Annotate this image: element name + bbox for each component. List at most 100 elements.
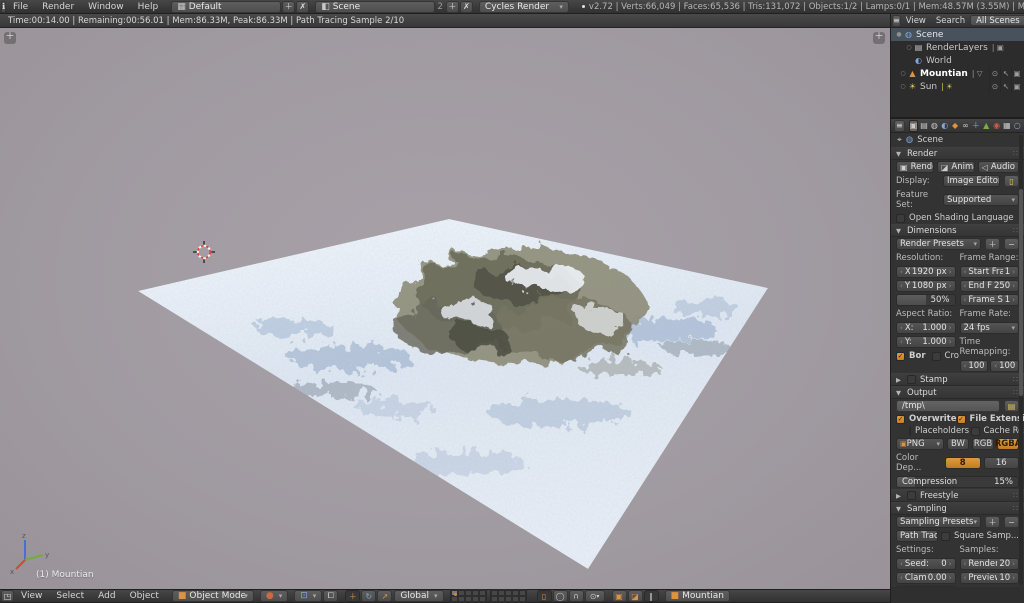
tab-physics[interactable]: ○ (1013, 120, 1022, 132)
tab-render-layers[interactable]: ▤ (919, 120, 928, 132)
tab-modifiers[interactable]: ＋ (971, 120, 980, 132)
renderability-camera-icon[interactable]: ▣ (1011, 80, 1022, 93)
resolution-y-field[interactable]: ‹Y:1080 px› (896, 280, 956, 292)
delete-scene-button[interactable]: ✗ (460, 1, 473, 13)
fps-dropdown[interactable]: 24 fps▾ (960, 322, 1020, 334)
scale-manipulator-button[interactable]: ↗ (377, 590, 392, 602)
outliner-row-renderlayers[interactable]: ○ ▤ RenderLayers | ▣ (891, 41, 1024, 54)
panel-header-stamp[interactable]: ▶ Stamp∷ (891, 373, 1024, 386)
rotate-manipulator-button[interactable]: ↻ (361, 590, 376, 602)
expander-icon[interactable]: ● (895, 31, 903, 38)
pin-icon[interactable]: ⌖ (897, 135, 902, 145)
add-layout-button[interactable]: ＋ (282, 1, 295, 13)
expander-icon[interactable]: ○ (899, 83, 907, 90)
panel-header-output[interactable]: ▼Output∷ (891, 386, 1024, 399)
freestyle-checkbox[interactable] (907, 491, 916, 500)
outliner-row-scene[interactable]: ● ◍ Scene (891, 28, 1024, 41)
panel-header-dimensions[interactable]: ▼Dimensions∷ (891, 224, 1024, 237)
active-object-name[interactable]: ■ Mountian (665, 590, 730, 602)
menu-window[interactable]: Window (81, 2, 131, 12)
translate-manipulator-button[interactable]: ＋ (345, 590, 360, 602)
layer-cell[interactable] (519, 596, 526, 602)
depth-16-toggle[interactable]: 16 (984, 457, 1020, 469)
remove-preset-button[interactable]: − (1004, 238, 1019, 250)
layer-cell[interactable] (498, 596, 505, 602)
aspect-y-field[interactable]: ‹Y:1.000› (896, 336, 956, 348)
render-button[interactable]: ▣Render (896, 161, 934, 173)
tab-object[interactable]: ◆ (950, 120, 959, 132)
editor-type-3dview-icon[interactable]: ◳ (1, 590, 14, 602)
menu-select[interactable]: Select (49, 591, 91, 601)
menu-add[interactable]: Add (91, 591, 122, 601)
panel-header-sampling[interactable]: ▼Sampling∷ (891, 502, 1024, 515)
viewport-shading-selector[interactable]: ● ▾ (260, 590, 288, 602)
osl-checkbox[interactable]: Open Shading Language (896, 213, 1014, 223)
layer-cell[interactable] (458, 596, 465, 602)
tab-scene[interactable]: ◍ (930, 120, 939, 132)
expander-icon[interactable]: ○ (899, 70, 907, 77)
start-frame-field[interactable]: ‹Start Frame:1› (960, 266, 1020, 278)
toolshelf-expand-button[interactable]: ＋ (4, 32, 16, 44)
opengl-render-still-button[interactable]: ▣ (612, 590, 627, 602)
render-pause-button[interactable]: ∥ (644, 590, 659, 602)
add-preset-button[interactable]: ＋ (985, 238, 1000, 250)
overwrite-checkbox[interactable]: Overwrite (896, 414, 957, 424)
render-presets-dropdown[interactable]: Render Presets▾ (896, 238, 981, 250)
panel-header-freestyle[interactable]: ▶ Freestyle∷ (891, 489, 1024, 502)
tab-constraints[interactable]: ∞ (961, 120, 970, 132)
screen-layout-selector[interactable]: ▦ Default (171, 1, 281, 13)
render-engine-selector[interactable]: Cycles Render ▾ (479, 1, 569, 13)
renderability-camera-icon[interactable]: ▣ (1011, 67, 1022, 80)
snap-element-selector[interactable]: ⊙▾ (585, 590, 605, 602)
preview-samples-field[interactable]: ‹Preview:10› (960, 572, 1020, 584)
tab-material[interactable]: ◉ (992, 120, 1001, 132)
tab-render[interactable]: ▣ (909, 120, 919, 132)
render-samples-field[interactable]: ‹Render:20› (960, 558, 1020, 570)
file-format-dropdown[interactable]: ▣PNG▾ (896, 438, 944, 450)
properties-scrollbar[interactable] (1019, 135, 1023, 585)
rgba-toggle[interactable]: RGBA (997, 438, 1019, 450)
remove-sampling-preset-button[interactable]: − (1004, 516, 1019, 528)
panel-header-render[interactable]: ▼Render∷ (891, 147, 1024, 160)
display-dropdown[interactable]: Image Editor▾ (943, 175, 1000, 187)
bw-toggle[interactable]: BW (947, 438, 969, 450)
aspect-x-field[interactable]: ‹X:1.000› (896, 322, 956, 334)
seed-field[interactable]: ‹Seed:0› (896, 558, 956, 570)
layer-cell[interactable] (465, 596, 472, 602)
visibility-eye-icon[interactable]: ⊙ (989, 67, 1000, 80)
selectability-cursor-icon[interactable]: ↖ (1000, 67, 1011, 80)
tab-world[interactable]: ◐ (940, 120, 949, 132)
selectability-cursor-icon[interactable]: ↖ (1000, 80, 1011, 93)
tab-texture[interactable]: ▦ (1002, 120, 1011, 132)
outliner-scope-selector[interactable]: All Scenes (970, 15, 1024, 26)
menu-file[interactable]: File (6, 2, 35, 12)
output-path-field[interactable]: /tmp\ (896, 400, 1000, 412)
layer-cell[interactable] (512, 596, 519, 602)
outliner-menu-view[interactable]: View (901, 16, 931, 26)
audio-button[interactable]: ◁Audio (978, 161, 1019, 173)
proportional-edit-button[interactable]: ◯ (553, 590, 568, 602)
crop-checkbox[interactable]: Cro (932, 351, 959, 361)
layer-cell[interactable] (479, 596, 486, 602)
integrator-dropdown[interactable]: Path Tracing▾ (896, 530, 938, 542)
layer-cell[interactable] (491, 596, 498, 602)
resolution-scale-slider[interactable]: 50% (896, 294, 956, 306)
menu-render[interactable]: Render (35, 2, 81, 12)
mode-selector[interactable]: ■ Object Mode ▾ (172, 590, 254, 602)
snap-magnet-button[interactable]: ∪ (569, 590, 584, 602)
layer-cell[interactable] (451, 596, 458, 602)
depth-8-toggle[interactable]: 8 (945, 457, 981, 469)
frame-step-field[interactable]: ‹Frame Step:1› (960, 294, 1020, 306)
delete-layout-button[interactable]: ✗ (296, 1, 309, 13)
lock-interface-button[interactable]: ▯ (1004, 175, 1019, 187)
border-checkbox[interactable]: Bor (896, 351, 926, 361)
outliner-menu-search[interactable]: Search (931, 16, 970, 26)
sampling-presets-dropdown[interactable]: Sampling Presets▾ (896, 516, 981, 528)
lock-to-scene-button[interactable]: ▯ (537, 590, 552, 602)
menu-view[interactable]: View (14, 591, 49, 601)
file-browse-button[interactable]: ▤ (1004, 400, 1019, 412)
feature-set-dropdown[interactable]: Supported▾ (943, 194, 1019, 206)
clamp-direct-field[interactable]: ‹Clamp D:0.00› (896, 572, 956, 584)
3d-viewport[interactable]: ＋ ＋ z y x (1) Mountian (0, 28, 890, 589)
transform-orientation-selector[interactable]: Global▾ (394, 590, 443, 602)
